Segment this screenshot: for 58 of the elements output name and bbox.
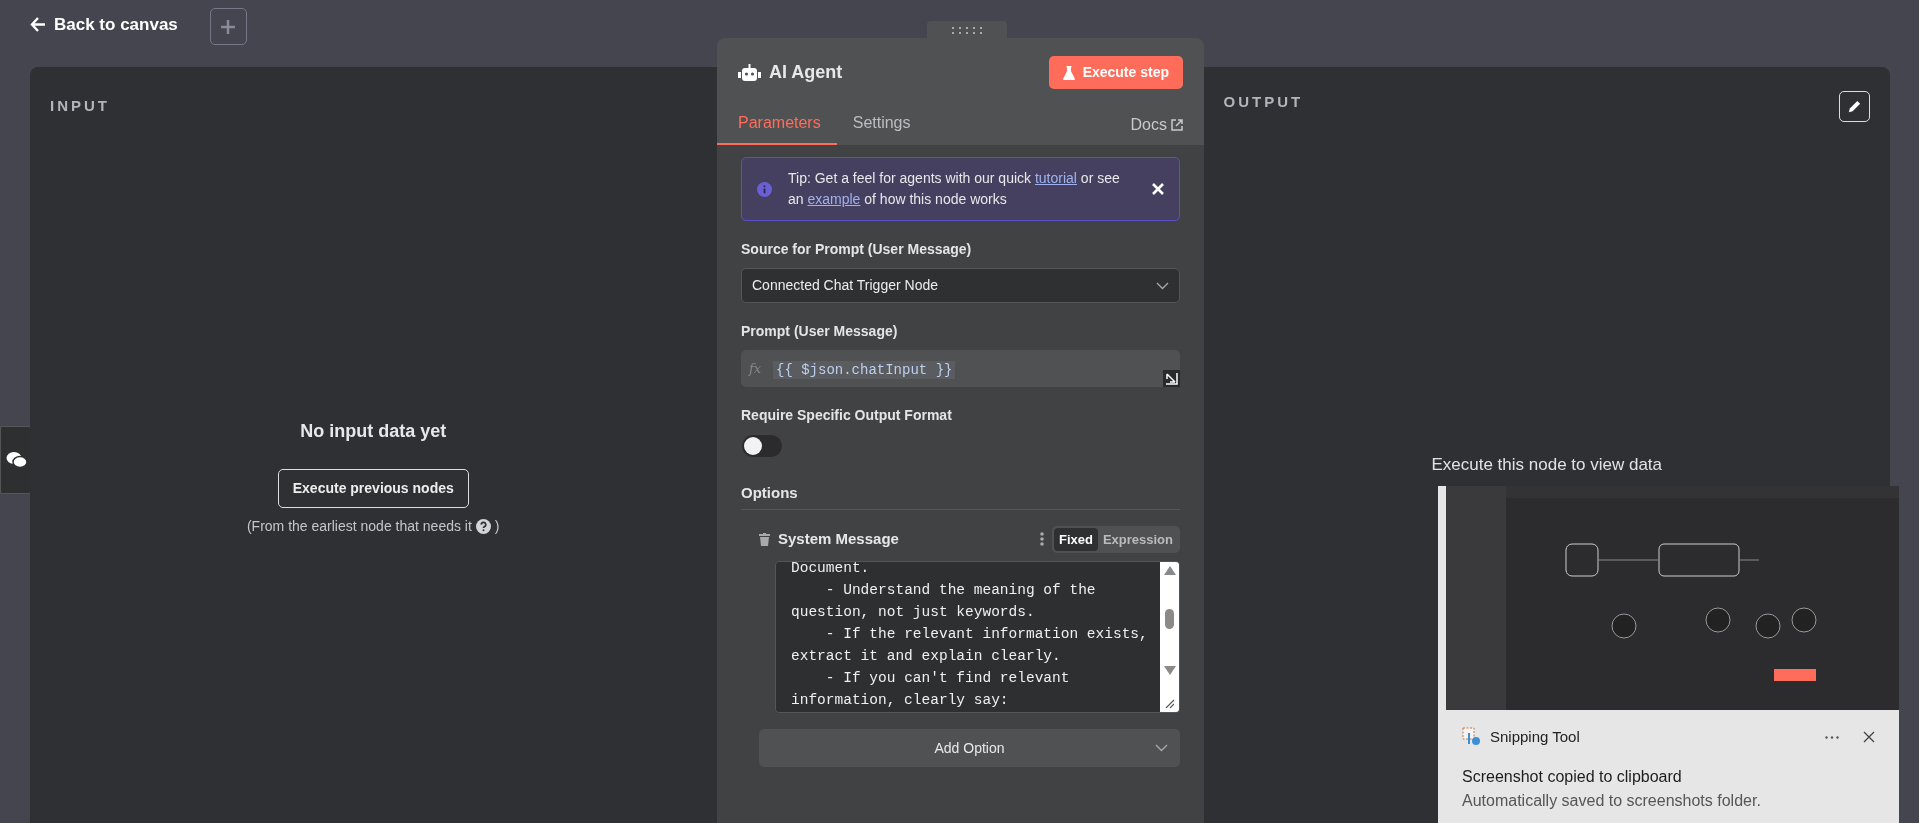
arrow-left-icon [30, 17, 46, 33]
scrollbar-thumb[interactable] [1165, 609, 1174, 629]
add-option-dropdown[interactable]: Add Option [759, 729, 1180, 767]
empty-state-title: No input data yet [300, 419, 447, 443]
prompt-expression-field[interactable]: fx {{ $json.chatInput }} [741, 350, 1180, 387]
trash-icon[interactable] [759, 532, 770, 546]
back-to-canvas-link[interactable]: Back to canvas [30, 12, 178, 38]
execute-previous-nodes-button[interactable]: Execute previous nodes [277, 468, 469, 508]
edit-button[interactable] [1839, 91, 1870, 122]
hint-text: ) [494, 516, 500, 536]
system-message-field[interactable]: Document. - Understand the meaning of the question, not just keywords. - If the relevant information exists, extract it and explain clearly. - If you can't find relevant information, clearly say: [775, 561, 1180, 713]
grip-icon [952, 26, 982, 34]
field-label: System Message [778, 529, 899, 549]
chevron-down-icon [1155, 744, 1168, 752]
scroll-down-icon[interactable] [1163, 666, 1176, 675]
add-button[interactable] [209, 8, 247, 45]
field-label: Require Specific Output Format [741, 406, 953, 425]
info-icon [757, 181, 772, 197]
snipping-tool-icon [1462, 727, 1482, 748]
app-name: Snipping Tool [1490, 727, 1580, 747]
external-link-icon [1171, 119, 1183, 131]
expand-icon[interactable] [1163, 370, 1180, 387]
execute-step-button[interactable]: Execute step [1048, 56, 1183, 89]
field-label: Prompt (User Message) [741, 322, 899, 341]
tip-text: Tip: Get a feel for agents with our quick tutorial or see an example of how this node works [788, 169, 1121, 209]
node-title: AI Agent [769, 61, 843, 84]
plus-icon [220, 18, 237, 35]
flask-icon [1062, 65, 1075, 80]
tab[interactable]: Parameters [717, 105, 837, 145]
mode-toggle[interactable]: Expression [1097, 527, 1178, 551]
tab[interactable]: Settings [836, 105, 927, 145]
field-label: Source for Prompt (User Message) [741, 240, 973, 259]
more-vertical-icon[interactable] [1039, 532, 1044, 547]
tip-link[interactable]: tutorial [1034, 170, 1077, 186]
resize-grip-icon[interactable] [1165, 699, 1174, 708]
help-icon[interactable] [475, 518, 491, 534]
more-icon[interactable] [1825, 735, 1839, 739]
scroll-up-icon[interactable] [1163, 566, 1176, 575]
close-icon[interactable] [1863, 731, 1875, 744]
chat-bubbles-icon [6, 450, 28, 470]
tip-link[interactable]: example [807, 191, 861, 207]
mode-toggle[interactable]: Fixed [1053, 527, 1098, 551]
source-dropdown[interactable]: Connected Chat Trigger Node [741, 268, 1180, 303]
notification-title: Screenshot copied to clipboard [1461, 766, 1683, 787]
chevron-down-icon [1156, 281, 1169, 290]
input-heading: INPUT [50, 96, 111, 116]
empty-output-message: Execute this node to view data [1431, 454, 1663, 476]
toggle-switch[interactable] [741, 434, 783, 458]
drag-handle[interactable] [927, 21, 1007, 39]
robot-icon [738, 63, 761, 82]
scrollbar[interactable] [1160, 562, 1179, 712]
hint-text: (From the earliest node that needs it [246, 516, 472, 536]
pencil-icon [1847, 99, 1862, 114]
section-heading: Options [741, 482, 1180, 510]
docs-link[interactable]: Docs [1130, 113, 1183, 137]
expression-prefix: fx [747, 359, 763, 378]
output-heading: OUTPUT [1223, 92, 1304, 112]
notification-message: Automatically saved to screenshots folder. [1461, 790, 1762, 811]
